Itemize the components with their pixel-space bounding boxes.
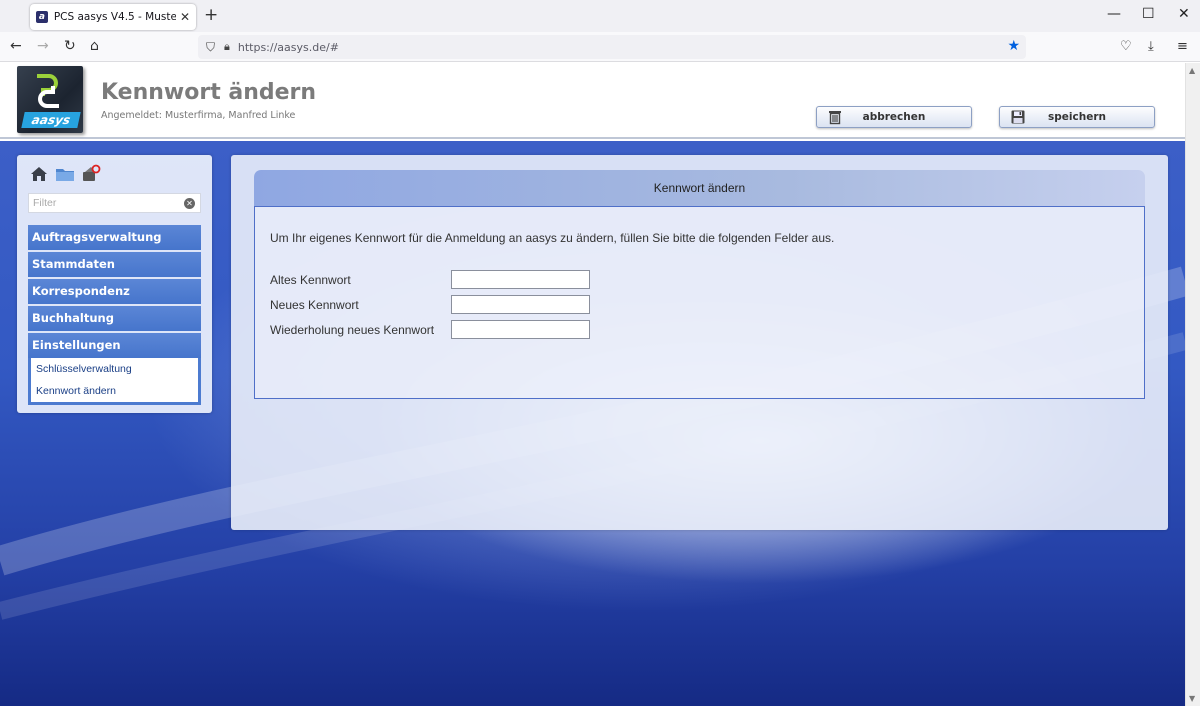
- sidebar-toolbar: [29, 164, 101, 184]
- repeat-password-label: Wiederholung neues Kennwort: [270, 322, 435, 337]
- trash-icon: [829, 111, 841, 125]
- menu-icon[interactable]: ≡: [1177, 39, 1188, 54]
- sidebar-menu: Auftragsverwaltung Stammdaten Korrespond…: [28, 225, 201, 405]
- tracking-shield-icon[interactable]: ⛉: [206, 40, 215, 55]
- new-password-label: Neues Kennwort: [270, 297, 359, 312]
- browser-tab-bar: a PCS aasys V4.5 - Musterfirma - P ✕ + —…: [0, 0, 1200, 32]
- clear-filter-icon[interactable]: ✕: [184, 198, 195, 209]
- submenu-item-schluesselverwaltung[interactable]: Schlüsselverwaltung: [31, 358, 198, 380]
- repeat-password-field[interactable]: [451, 320, 590, 339]
- form-row-repeat-password: Wiederholung neues Kennwort: [270, 320, 590, 339]
- submenu-item-kennwort-aendern[interactable]: Kennwort ändern: [31, 380, 198, 402]
- home-icon[interactable]: [29, 164, 49, 184]
- new-password-field[interactable]: [451, 295, 590, 314]
- lock-icon[interactable]: 🔒︎: [224, 40, 230, 54]
- form-row-new-password: Neues Kennwort: [270, 295, 590, 314]
- back-icon[interactable]: ←: [10, 38, 22, 54]
- bookmark-star-icon[interactable]: ★: [1007, 38, 1020, 54]
- filter-input[interactable]: [33, 197, 178, 209]
- new-tab-icon[interactable]: +: [204, 5, 218, 25]
- menu-item-stammdaten[interactable]: Stammdaten: [28, 252, 201, 277]
- save-disk-icon: [1011, 110, 1025, 124]
- main-panel: Kennwort ändern Um Ihr eigenes Kennwort …: [231, 155, 1168, 530]
- browser-tab[interactable]: a PCS aasys V4.5 - Musterfirma - P ✕: [30, 4, 196, 30]
- form-row-old-password: Altes Kennwort: [270, 270, 590, 289]
- menu-item-einstellungen[interactable]: Einstellungen: [28, 333, 201, 358]
- pocket-icon[interactable]: ♡: [1120, 39, 1132, 54]
- menu-item-korrespondenz[interactable]: Korrespondenz: [28, 279, 201, 304]
- form-body: Um Ihr eigenes Kennwort für die Anmeldun…: [254, 206, 1145, 399]
- tab-title: PCS aasys V4.5 - Musterfirma - P: [53, 11, 176, 23]
- logout-key-icon[interactable]: [81, 164, 101, 184]
- close-window-icon[interactable]: ✕: [1178, 6, 1190, 22]
- save-button[interactable]: speichern: [999, 106, 1155, 128]
- submenu-einstellungen: Schlüsselverwaltung Kennwort ändern: [31, 358, 198, 402]
- filter-field[interactable]: ✕: [28, 193, 201, 213]
- save-label: speichern: [1048, 111, 1106, 123]
- page-title: Kennwort ändern: [101, 80, 317, 105]
- logo-text: aasys: [21, 112, 81, 128]
- forward-icon[interactable]: →: [37, 38, 49, 54]
- scroll-up-icon[interactable]: ▲: [1189, 66, 1195, 75]
- maximize-icon[interactable]: ☐: [1142, 6, 1155, 22]
- url-bar[interactable]: ⛉ 🔒︎ https://aasys.de/# ★: [198, 35, 1026, 59]
- download-icon[interactable]: ⤓: [1148, 39, 1154, 54]
- pcs-logo-icon: [37, 74, 59, 108]
- url-text[interactable]: https://aasys.de/#: [238, 41, 339, 54]
- old-password-label: Altes Kennwort: [270, 272, 351, 287]
- form-header: Kennwort ändern: [254, 170, 1145, 206]
- tab-close-icon[interactable]: ✕: [180, 10, 190, 24]
- reload-icon[interactable]: ↻: [64, 38, 76, 54]
- menu-group-einstellungen: Einstellungen Schlüsselverwaltung Kennwo…: [28, 333, 201, 405]
- logged-in-info: Angemeldet: Musterfirma, Manfred Linke: [101, 110, 296, 121]
- aasys-logo: aasys: [17, 66, 83, 133]
- minimize-icon[interactable]: —: [1107, 6, 1121, 22]
- scroll-down-icon[interactable]: ▼: [1189, 694, 1195, 703]
- folder-icon[interactable]: [55, 164, 75, 184]
- home-icon[interactable]: ⌂: [90, 38, 99, 54]
- cancel-label: abbrechen: [862, 111, 926, 123]
- form-intro-text: Um Ihr eigenes Kennwort für die Anmeldun…: [270, 231, 835, 245]
- cancel-button[interactable]: abbrechen: [816, 106, 972, 128]
- app-header: aasys Kennwort ändern Angemeldet: Muster…: [0, 63, 1185, 139]
- menu-item-buchhaltung[interactable]: Buchhaltung: [28, 306, 201, 331]
- aasys-favicon-icon: a: [36, 11, 48, 23]
- browser-nav-bar: ← → ↻ ⌂ ⛉ 🔒︎ https://aasys.de/# ★ ♡ ⤓ ≡: [0, 32, 1200, 62]
- sidebar: ✕ Auftragsverwaltung Stammdaten Korrespo…: [17, 155, 212, 413]
- menu-item-auftragsverwaltung[interactable]: Auftragsverwaltung: [28, 225, 201, 250]
- old-password-field[interactable]: [451, 270, 590, 289]
- page-scrollbar[interactable]: ▲ ▼: [1185, 63, 1200, 706]
